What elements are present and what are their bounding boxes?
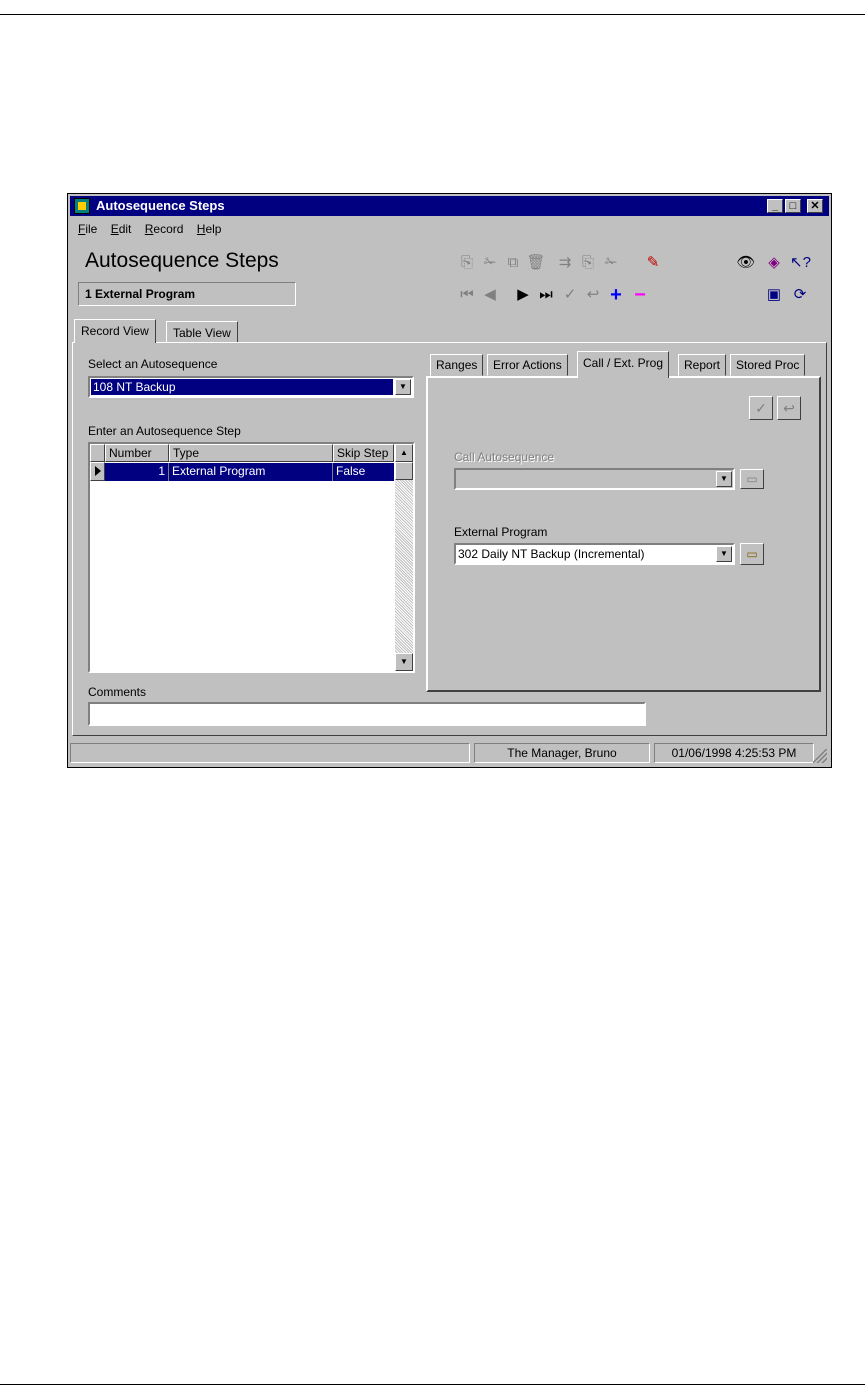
prev-record-icon[interactable]: ◀ bbox=[480, 285, 500, 305]
tab-table-view[interactable]: Table View bbox=[166, 321, 238, 343]
book-icon[interactable]: ◈ bbox=[764, 253, 784, 273]
comments-label: Comments bbox=[88, 685, 147, 699]
app-icon bbox=[74, 198, 90, 214]
next-record-icon[interactable]: ▶ bbox=[513, 285, 533, 305]
chevron-down-icon[interactable]: ▼ bbox=[716, 471, 732, 487]
row-selector-icon[interactable] bbox=[90, 462, 105, 481]
resize-grip-icon[interactable] bbox=[813, 749, 827, 763]
menu-record[interactable]: Record bbox=[145, 222, 184, 236]
undo-icon: ↩ bbox=[783, 400, 795, 416]
undo-button[interactable]: ↩ bbox=[777, 396, 801, 420]
current-record-display: 1 External Program bbox=[78, 282, 296, 306]
tab-stored-proc[interactable]: Stored Proc bbox=[730, 354, 806, 376]
menu-edit[interactable]: Edit bbox=[111, 222, 132, 236]
scroll-thumb[interactable] bbox=[395, 462, 413, 480]
menu-bar: File Edit Record Help bbox=[78, 222, 231, 236]
tab-call-ext-prog[interactable]: Call / Ext. Prog bbox=[577, 351, 670, 378]
external-program-combo[interactable]: 302 Daily NT Backup (Incremental) ▼ bbox=[454, 543, 735, 565]
paste-record-icon[interactable]: ⧉ bbox=[503, 253, 523, 273]
status-bar: The Manager, Bruno 01/06/1998 4:25:53 PM bbox=[70, 743, 829, 765]
grid-header-number[interactable]: Number bbox=[105, 444, 169, 462]
last-record-icon[interactable]: ⏭ bbox=[536, 285, 556, 305]
tab-report[interactable]: Report bbox=[678, 354, 727, 376]
find-binoculars-icon[interactable]: 👁 bbox=[736, 253, 756, 273]
cell-skip: False bbox=[336, 464, 366, 478]
maximize-button[interactable]: □ bbox=[785, 199, 801, 213]
cut-record-icon[interactable]: ✁ bbox=[480, 253, 500, 273]
remove-record-icon[interactable]: − bbox=[630, 285, 650, 305]
select-autosequence-combo[interactable]: 108 NT Backup ▼ bbox=[88, 376, 414, 398]
paste-field-icon[interactable]: ✁ bbox=[601, 253, 621, 273]
grid-scrollbar[interactable]: ▲ ▼ bbox=[395, 444, 413, 671]
cell-type: External Program bbox=[172, 464, 266, 478]
select-autosequence-label: Select an Autosequence bbox=[88, 357, 218, 371]
copy-record-icon[interactable]: ⎘ bbox=[457, 253, 477, 273]
grid-header-skip[interactable]: Skip Step bbox=[333, 444, 394, 462]
comments-field[interactable] bbox=[88, 702, 646, 726]
call-autosequence-label: Call Autosequence bbox=[454, 450, 555, 464]
add-record-icon[interactable]: + bbox=[606, 285, 626, 305]
grid-corner bbox=[90, 444, 105, 462]
menu-file[interactable]: File bbox=[78, 222, 97, 236]
minimize-icon: _ bbox=[771, 200, 779, 212]
maximize-icon: □ bbox=[789, 200, 797, 212]
scroll-up-icon[interactable]: ▲ bbox=[395, 444, 413, 462]
app-window: Autosequence Steps _ □ ✕ File Edit Recor… bbox=[67, 193, 832, 768]
tab-ranges[interactable]: Ranges bbox=[430, 354, 484, 376]
call-browse-button[interactable]: ▭ bbox=[740, 469, 764, 489]
page-rule-bottom bbox=[0, 1384, 865, 1385]
copy-field-icon[interactable]: ⇉ bbox=[555, 253, 575, 273]
chevron-down-icon[interactable]: ▼ bbox=[716, 546, 732, 562]
status-datetime: 01/06/1998 4:25:53 PM bbox=[654, 743, 814, 763]
menu-help[interactable]: Help bbox=[197, 222, 222, 236]
save-check-icon: ✓ bbox=[755, 400, 767, 416]
select-autosequence-value: 108 NT Backup bbox=[91, 379, 393, 395]
browse-folder-icon: ▭ bbox=[746, 472, 758, 486]
status-message bbox=[70, 743, 470, 763]
status-user: The Manager, Bruno bbox=[474, 743, 650, 763]
help-pointer-icon[interactable]: ↖? bbox=[790, 253, 811, 273]
page-title: Autosequence Steps bbox=[85, 249, 279, 272]
clear-icon[interactable]: ✎ bbox=[643, 253, 663, 273]
steps-grid[interactable]: Number Type Skip Step 1 External Program… bbox=[88, 442, 415, 673]
table-row[interactable]: 1 External Program False bbox=[105, 463, 394, 481]
cell-number: 1 bbox=[158, 464, 165, 478]
minimize-button[interactable]: _ bbox=[767, 199, 783, 213]
close-icon: ✕ bbox=[810, 200, 820, 212]
window-title: Autosequence Steps bbox=[96, 198, 225, 213]
tab-record-view[interactable]: Record View bbox=[74, 319, 156, 343]
external-browse-button[interactable]: ▭ bbox=[740, 543, 764, 565]
undo-icon[interactable]: ↩ bbox=[583, 285, 603, 305]
save-check-icon[interactable]: ✓ bbox=[560, 285, 580, 305]
page-rule-top bbox=[0, 14, 865, 15]
first-record-icon[interactable]: ⏮ bbox=[457, 285, 477, 305]
delete-record-icon[interactable]: 🗑 bbox=[526, 253, 546, 273]
step-label: Enter an Autosequence Step bbox=[88, 424, 241, 438]
grid-header-type[interactable]: Type bbox=[169, 444, 333, 462]
refresh-grid-icon[interactable]: ⟳ bbox=[790, 285, 810, 305]
external-program-label: External Program bbox=[454, 525, 548, 539]
call-autosequence-combo[interactable]: ▼ bbox=[454, 468, 735, 490]
external-program-value: 302 Daily NT Backup (Incremental) bbox=[458, 547, 645, 561]
close-button[interactable]: ✕ bbox=[807, 199, 823, 213]
cut-field-icon[interactable]: ⎘ bbox=[578, 253, 598, 273]
tab-error-actions[interactable]: Error Actions bbox=[487, 354, 568, 376]
save-button[interactable]: ✓ bbox=[749, 396, 773, 420]
browse-folder-icon: ▭ bbox=[746, 547, 758, 561]
monitor-icon[interactable]: ▣ bbox=[764, 285, 784, 305]
scroll-down-icon[interactable]: ▼ bbox=[395, 653, 413, 671]
chevron-down-icon[interactable]: ▼ bbox=[395, 379, 411, 395]
title-bar: Autosequence Steps _ □ ✕ bbox=[70, 196, 829, 216]
